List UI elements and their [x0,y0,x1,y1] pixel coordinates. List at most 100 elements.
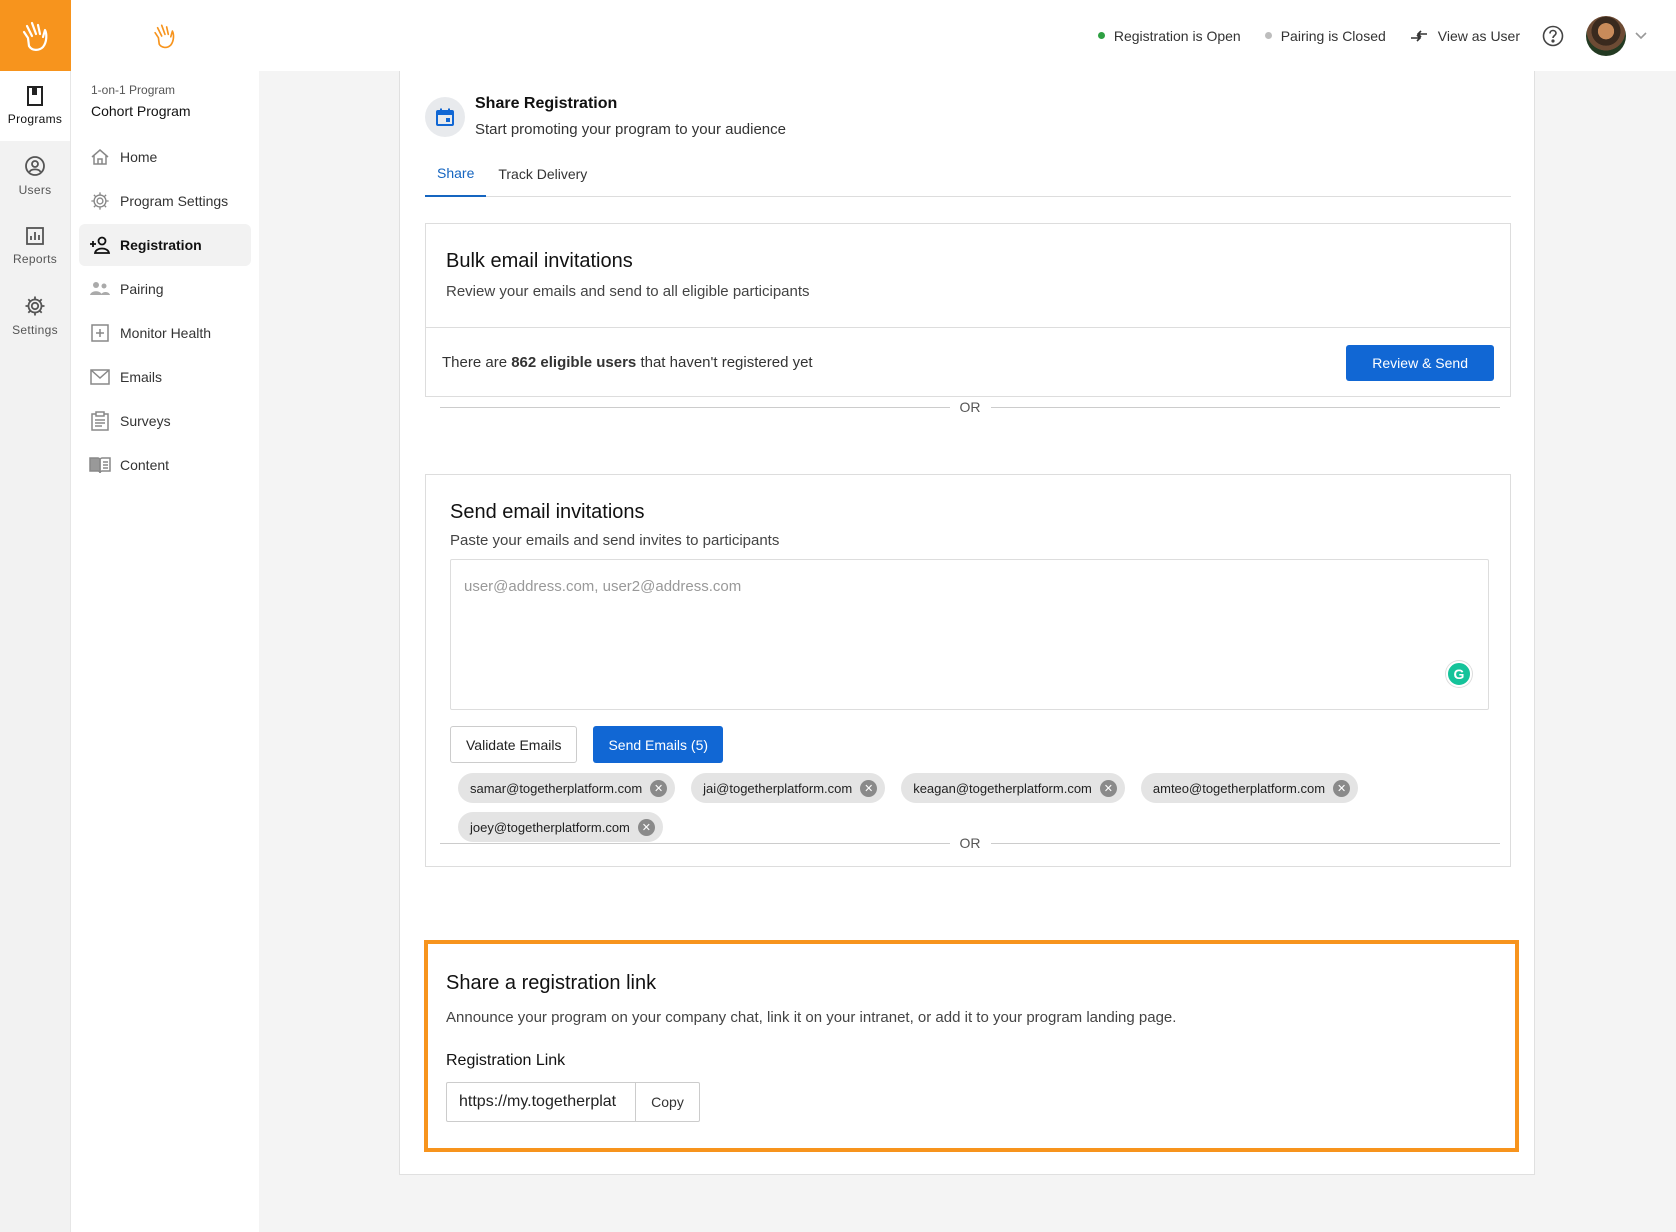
program-sidebar: 1-on-1 Program Cohort Program Home Progr… [71,0,259,1232]
email-chip: samar@togetherplatform.com ✕ [458,773,676,803]
status-dot [1097,32,1105,39]
sidebar-item-content[interactable]: Content [79,444,251,486]
app-logo[interactable] [0,0,71,71]
copy-button[interactable]: Copy [636,1083,699,1121]
sidebar-logo [71,0,259,71]
home-icon [91,149,109,165]
email-chip: amteo@togetherplatform.com ✕ [1140,773,1359,803]
waving-hand-icon [154,23,175,48]
bar-chart-icon [26,227,44,245]
tab-share[interactable]: Share [425,151,487,197]
waving-hand-icon [22,21,47,51]
page-title: Share Registration [475,95,618,112]
avatar[interactable] [1586,15,1626,56]
rail-programs[interactable]: Programs [0,71,70,141]
book-icon [27,86,43,106]
calendar-icon [436,108,454,126]
program-type: 1-on-1 Program [91,83,176,97]
mail-icon [90,369,110,385]
review-send-button[interactable]: Review & Send [1346,344,1494,381]
program-nav: Home Program Settings Registration Pairi… [79,136,251,488]
add-person-icon [90,236,111,254]
page-header: Share Registration Start promoting your … [425,95,786,138]
view-as-user-button[interactable]: View as User [1410,28,1520,44]
sidebar-item-emails[interactable]: Emails [79,356,251,398]
rail-settings[interactable]: Settings [0,281,70,351]
clipboard-icon [91,411,109,431]
validate-emails-button[interactable]: Validate Emails [450,726,578,763]
eligible-text-suffix: that haven't registered yet [636,354,813,371]
chevron-down-icon[interactable] [1634,31,1648,41]
sidebar-item-label: Content [120,457,170,473]
registration-link-label: Registration Link [446,1052,566,1069]
tab-track-delivery[interactable]: Track Delivery [486,151,599,197]
send-email-section: Send email invitations Paste your emails… [425,474,1511,867]
link-title: Share a registration link [446,972,657,994]
email-chip: keagan@togetherplatform.com ✕ [901,773,1125,803]
rail-users[interactable]: Users [0,141,70,211]
remove-chip-icon[interactable]: ✕ [1099,779,1117,797]
swap-arrows-icon [1410,29,1427,42]
sidebar-item-home[interactable]: Home [79,136,251,178]
sidebar-item-registration[interactable]: Registration [79,224,251,266]
sidebar-item-pairing[interactable]: Pairing [79,268,251,310]
bulk-title: Bulk email invitations [446,250,633,272]
sidebar-item-label: Surveys [120,413,171,429]
email-chip-text: keagan@togetherplatform.com [913,780,1092,796]
pairing-status-text: Pairing is Closed [1280,27,1386,44]
people-icon [90,282,110,295]
plus-box-icon [91,324,109,342]
email-input-placeholder: user@address.com, user2@address.com [464,578,742,595]
rail-label: Settings [12,323,58,337]
book-open-icon [89,457,111,474]
remove-chip-icon[interactable]: ✕ [860,779,878,797]
rail-label: Programs [7,112,63,126]
gear-icon [91,192,109,210]
rail-reports[interactable]: Reports [0,211,70,281]
send-title: Send email invitations [450,501,645,523]
remove-chip-icon[interactable]: ✕ [650,779,668,797]
sidebar-item-label: Registration [120,237,202,253]
rail-label: Reports [12,252,58,266]
send-emails-button[interactable]: Send Emails (5) [593,726,724,763]
sidebar-item-program-settings[interactable]: Program Settings [79,180,251,222]
grammarly-icon[interactable]: G [1446,661,1472,687]
registration-link-input[interactable]: https://my.togetherplat [447,1083,636,1121]
or-divider: OR [440,833,1500,853]
email-chip-text: samar@togetherplatform.com [470,780,643,796]
rail-label: Users [18,183,52,197]
eligible-users-text: There are 862 eligible users that haven'… [442,354,813,371]
top-bar: Registration is Open Pairing is Closed V… [259,0,1676,71]
calendar-icon-wrap [425,97,465,137]
email-chip: jai@togetherplatform.com ✕ [691,773,886,803]
status-dot [1264,32,1272,39]
registration-link-field: https://my.togetherplat Copy [446,1082,700,1122]
view-as-user-label: View as User [1437,27,1520,44]
send-subtitle: Paste your emails and send invites to pa… [450,532,780,549]
registration-status-text: Registration is Open [1113,27,1241,44]
help-icon[interactable] [1542,25,1564,47]
user-circle-icon [25,156,45,176]
email-chip-text: amteo@togetherplatform.com [1152,780,1326,796]
or-divider: OR [440,397,1500,417]
share-registration-card: Share Registration Start promoting your … [399,71,1535,1175]
registration-link-section: Share a registration link Announce your … [424,940,1519,1152]
bulk-subtitle: Review your emails and send to all eligi… [446,283,810,300]
sidebar-item-label: Monitor Health [120,325,212,341]
email-chip-text: jai@togetherplatform.com [703,780,853,796]
page-subtitle: Start promoting your program to your aud… [475,121,786,138]
gear-icon [25,296,45,316]
sidebar-item-label: Program Settings [120,193,229,209]
tab-bar: Share Track Delivery [425,151,1511,197]
email-input[interactable]: user@address.com, user2@address.com G [450,559,1489,710]
or-label: OR [959,399,981,415]
sidebar-item-monitor-health[interactable]: Monitor Health [79,312,251,354]
program-name[interactable]: Cohort Program [91,103,191,119]
remove-chip-icon[interactable]: ✕ [1333,779,1351,797]
sidebar-item-surveys[interactable]: Surveys [79,400,251,442]
pairing-status: Pairing is Closed [1264,27,1386,44]
link-subtitle: Announce your program on your company ch… [446,1009,1177,1026]
bulk-email-section: Bulk email invitations Review your email… [425,223,1511,397]
or-label: OR [959,835,981,851]
sidebar-item-label: Emails [120,369,163,385]
